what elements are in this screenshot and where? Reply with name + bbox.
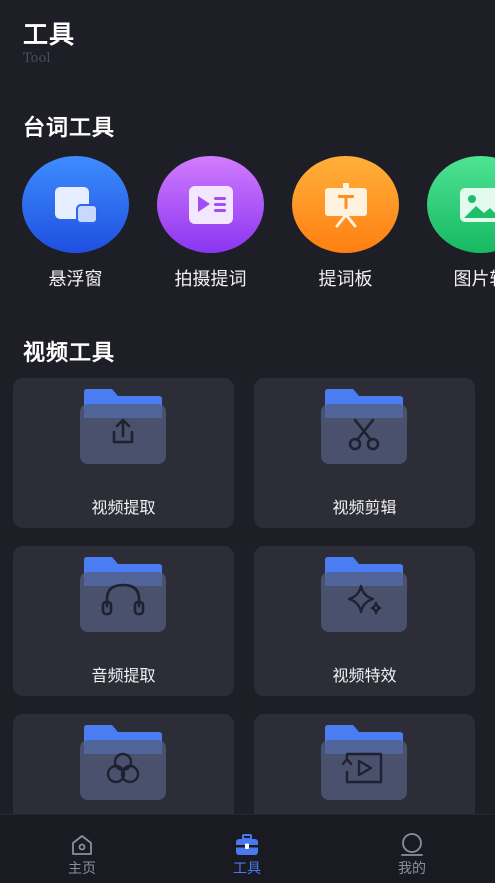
tab-home[interactable]: 主页 (42, 833, 122, 878)
lines-tools-row[interactable]: 悬浮窗 拍摄提词 提词板 图片 (0, 156, 495, 296)
video-tools-title: 视频工具 (23, 341, 116, 366)
prompter-board-icon (324, 182, 367, 227)
tools-page: 工具 Tool 台词工具 悬浮窗 拍摄提词 提词板 图片 视频工具 视频提取 视… (0, 0, 495, 883)
prompter-board-circle (292, 156, 399, 253)
video-extract-card[interactable]: 视频提取 (13, 378, 234, 528)
shoot-prompter-icon (188, 185, 233, 224)
bottom-tab-bar: 主页 工具 我的 (0, 814, 495, 883)
folder-icon (321, 389, 407, 464)
tab-tools-label: 工具 (233, 861, 261, 877)
video-extract-label: 视频提取 (91, 498, 156, 517)
page-title: 工具 (23, 20, 76, 49)
floating-window-button[interactable]: 悬浮窗 (8, 156, 143, 291)
lines-tools-title: 台词工具 (23, 116, 116, 141)
prompter-board-label: 提词板 (318, 269, 373, 290)
floating-window-icon (54, 186, 98, 224)
folder-icon (80, 389, 166, 464)
video-effects-label: 视频特效 (332, 666, 397, 685)
folder-icon (321, 557, 407, 632)
toolbox-icon (236, 834, 258, 855)
image-convert-label: 图片转 (453, 269, 495, 290)
video-edit-label: 视频剪辑 (332, 498, 397, 517)
image-convert-button[interactable]: 图片转 (413, 156, 495, 291)
video-effects-card[interactable]: 视频特效 (254, 546, 475, 696)
folder-icon (321, 725, 407, 800)
prompter-board-button[interactable]: 提词板 (278, 156, 413, 291)
image-convert-icon (459, 187, 495, 222)
audio-extract-label: 音频提取 (91, 666, 156, 685)
tab-tools[interactable]: 工具 (207, 833, 287, 878)
tab-profile-label: 我的 (398, 861, 426, 877)
image-convert-circle (427, 156, 495, 253)
profile-icon (401, 833, 423, 856)
audio-extract-card[interactable]: 音频提取 (13, 546, 234, 696)
shoot-prompter-button[interactable]: 拍摄提词 (143, 156, 278, 291)
video-edit-card[interactable]: 视频剪辑 (254, 378, 475, 528)
tab-profile[interactable]: 我的 (372, 833, 452, 878)
shoot-prompter-label: 拍摄提词 (174, 269, 247, 290)
floating-window-circle (22, 156, 129, 253)
page-header: 工具 Tool (23, 18, 75, 65)
shoot-prompter-circle (157, 156, 264, 253)
page-subtitle: Tool (23, 51, 51, 66)
folder-icon (80, 725, 166, 800)
tab-home-label: 主页 (68, 861, 96, 877)
floating-window-label: 悬浮窗 (48, 269, 103, 290)
home-icon (72, 835, 92, 855)
folder-icon (80, 557, 166, 632)
